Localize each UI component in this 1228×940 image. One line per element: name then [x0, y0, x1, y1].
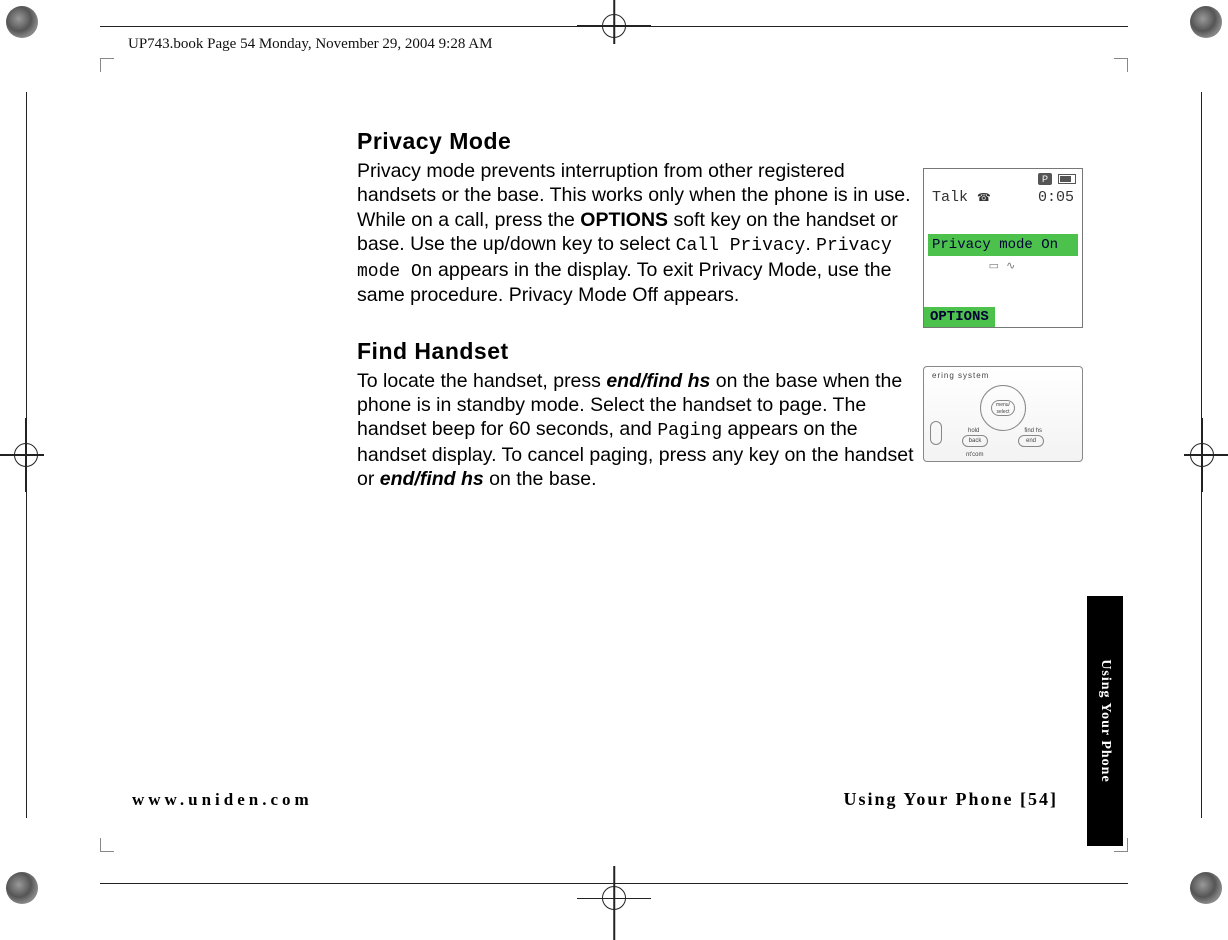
thumb-tab: Using Your Phone: [1087, 596, 1123, 846]
text-bold-options: OPTIONS: [580, 209, 668, 231]
text: appears in the display. To exit Privacy …: [357, 259, 891, 307]
crop-mark-radial-tl: [6, 6, 38, 38]
screen-timer: 0:05: [1038, 189, 1074, 206]
text-em-end-find-hs: end/find hs: [606, 370, 710, 392]
crop-mark-radial-tr: [1190, 6, 1222, 38]
inner-corner-tl: [100, 58, 114, 72]
registration-mark-left: [0, 443, 38, 467]
privacy-indicator-icon: P: [1038, 173, 1052, 185]
registration-mark-bottom: [602, 886, 626, 910]
back-button-icon: back: [962, 435, 988, 447]
base-label: ering system: [932, 371, 989, 380]
battery-icon: [1058, 174, 1076, 184]
inner-corner-tr: [1114, 58, 1128, 72]
dpad-icon: menu/select: [980, 385, 1026, 431]
base-unit-illustration: ering system menu/select hold find hs ba…: [923, 366, 1083, 462]
registration-mark-right: [1190, 443, 1228, 467]
label-intcom: nt'com: [966, 452, 983, 458]
heading-find-handset: Find Handset: [357, 338, 1087, 365]
footer-url: www.uniden.com: [132, 790, 313, 810]
screen-banner-privacy-on: Privacy mode On: [928, 234, 1078, 256]
page-content: Privacy Mode Privacy mode prevents inter…: [357, 128, 1087, 492]
phone-screen-illustration: P Talk ☎ 0:05 Privacy mode On ▭ ∿ OPTION…: [923, 168, 1083, 328]
footer-page-title: Using Your Phone [54]: [843, 789, 1058, 810]
print-header: UP743.book Page 54 Monday, November 29, …: [128, 36, 492, 53]
tape-icon: ▭ ∿: [924, 259, 1082, 272]
inner-corner-bl: [100, 838, 114, 852]
text: on the base.: [484, 468, 597, 490]
label-hold: hold: [968, 428, 979, 434]
label-find-hs: find hs: [1024, 428, 1042, 434]
end-button-icon: end: [1018, 435, 1044, 447]
text: To locate the handset, press: [357, 370, 606, 392]
registration-mark-top: [602, 0, 626, 38]
screen-status-talk: Talk ☎: [932, 189, 991, 206]
crop-mark-radial-bl: [6, 872, 38, 904]
text-mono-call-privacy: Call Privacy: [676, 236, 806, 256]
thumb-tab-label: Using Your Phone: [1097, 659, 1113, 782]
heading-privacy-mode: Privacy Mode: [357, 128, 1087, 155]
crop-mark-radial-br: [1190, 872, 1222, 904]
menu-select-button-icon: menu/select: [991, 400, 1015, 416]
paragraph-find-handset: To locate the handset, press end/find hs…: [357, 369, 927, 492]
text-mono-paging: Paging: [657, 421, 722, 441]
text: .: [805, 233, 816, 255]
text-em-end-find-hs-2: end/find hs: [380, 468, 484, 490]
knob-icon: [930, 421, 942, 445]
paragraph-privacy-mode: Privacy mode prevents interruption from …: [357, 159, 927, 308]
softkey-options: OPTIONS: [924, 307, 995, 327]
